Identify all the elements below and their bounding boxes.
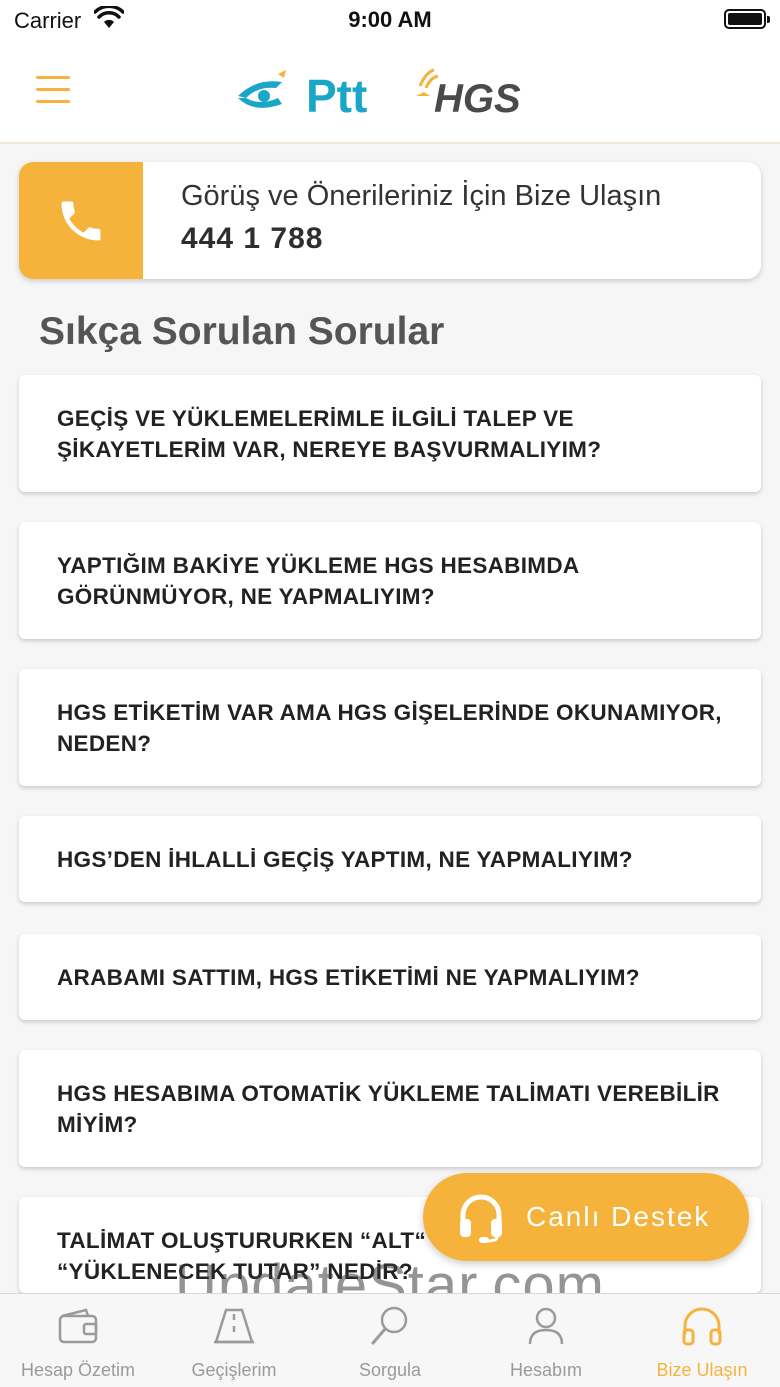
live-support-label: Canlı Destek: [526, 1201, 711, 1232]
tab-label: Hesap Özetim: [20, 1360, 136, 1380]
menu-line-icon: [36, 88, 70, 91]
status-bar: Carrier 9:00 AM: [0, 0, 780, 40]
tab-hesap-ozetim[interactable]: Hesap Özetim: [0, 1294, 156, 1387]
faq-question: GEÇİŞ VE YÜKLEMELERİMLE İLGİLİ TALEP VE …: [57, 405, 602, 462]
headset-icon: [460, 1194, 502, 1243]
faq-question: TALİMAT OLUŞTURURKEN “ALT“ “YÜKLENECEK T…: [57, 1228, 426, 1284]
ptt-logo: Ptt: [238, 70, 367, 118]
road-icon: [214, 1308, 254, 1344]
faq-question: YAPTIĞIM BAKİYE YÜKLEME HGS HESABIMDA GÖ…: [57, 552, 579, 609]
tab-gecislerim[interactable]: Geçişlerim: [156, 1294, 312, 1387]
tab-label: Geçişlerim: [191, 1360, 277, 1380]
hamburger-menu-button[interactable]: [36, 76, 72, 104]
tab-label: Sorgula: [358, 1360, 422, 1380]
faq-item[interactable]: GEÇİŞ VE YÜKLEMELERİMLE İLGİLİ TALEP VE …: [19, 375, 761, 492]
faq-question: ARABAMI SATTIM, HGS ETİKETİMİ NE YAPMALI…: [57, 964, 640, 990]
svg-text:HGS: HGS: [434, 77, 521, 118]
tab-sorgula[interactable]: Sorgula: [312, 1294, 468, 1387]
svg-text:Ptt: Ptt: [306, 70, 367, 118]
live-support-button[interactable]: Canlı Destek: [423, 1173, 749, 1261]
faq-item[interactable]: HGS’DEN İHLALLİ GEÇİŞ YAPTIM, NE YAPMALI…: [19, 816, 761, 902]
search-icon: [371, 1306, 408, 1345]
tab-label: Hesabım: [509, 1360, 583, 1380]
faq-item[interactable]: HGS HESABIMA OTOMATİK YÜKLEME TALİMATI V…: [19, 1050, 761, 1167]
faq-item[interactable]: YAPTIĞIM BAKİYE YÜKLEME HGS HESABIMDA GÖ…: [19, 522, 761, 639]
faq-item[interactable]: HGS ETİKETİM VAR AMA HGS GİŞELERİNDE OKU…: [19, 669, 761, 786]
tab-bar: Hesap Özetim Geçişlerim Sorgula Hesabım …: [0, 1293, 780, 1387]
phone-icon: [61, 201, 101, 241]
headphones-icon: [682, 1307, 722, 1346]
tab-bize-ulasin[interactable]: Bize Ulaşın: [624, 1294, 780, 1387]
phone-box: [19, 162, 143, 279]
contact-card[interactable]: Görüş ve Önerileriniz İçin Bize Ulaşın 4…: [19, 162, 761, 279]
app-header: Ptt HGS: [0, 40, 780, 144]
faq-question: HGS’DEN İHLALLİ GEÇİŞ YAPTIM, NE YAPMALI…: [57, 846, 633, 872]
faq-question: HGS ETİKETİM VAR AMA HGS GİŞELERİNDE OKU…: [57, 699, 722, 756]
menu-line-icon: [36, 100, 70, 103]
user-icon: [528, 1307, 564, 1345]
clock: 9:00 AM: [348, 7, 432, 32]
battery-icon: [724, 9, 770, 29]
faq-question: HGS HESABIMA OTOMATİK YÜKLEME TALİMATI V…: [57, 1080, 720, 1137]
wallet-icon: [58, 1308, 98, 1344]
menu-line-icon: [36, 76, 70, 79]
tab-hesabim[interactable]: Hesabım: [468, 1294, 624, 1387]
faq-item[interactable]: ARABAMI SATTIM, HGS ETİKETİMİ NE YAPMALI…: [19, 934, 761, 1020]
hgs-logo: HGS: [416, 68, 521, 118]
faq-heading: Sıkça Sorulan Sorular: [39, 310, 445, 353]
contact-title: Görüş ve Önerileriniz İçin Bize Ulaşın: [181, 180, 662, 212]
contact-phone-number[interactable]: 444 1 788: [181, 222, 323, 256]
tab-label: Bize Ulaşın: [656, 1360, 748, 1380]
